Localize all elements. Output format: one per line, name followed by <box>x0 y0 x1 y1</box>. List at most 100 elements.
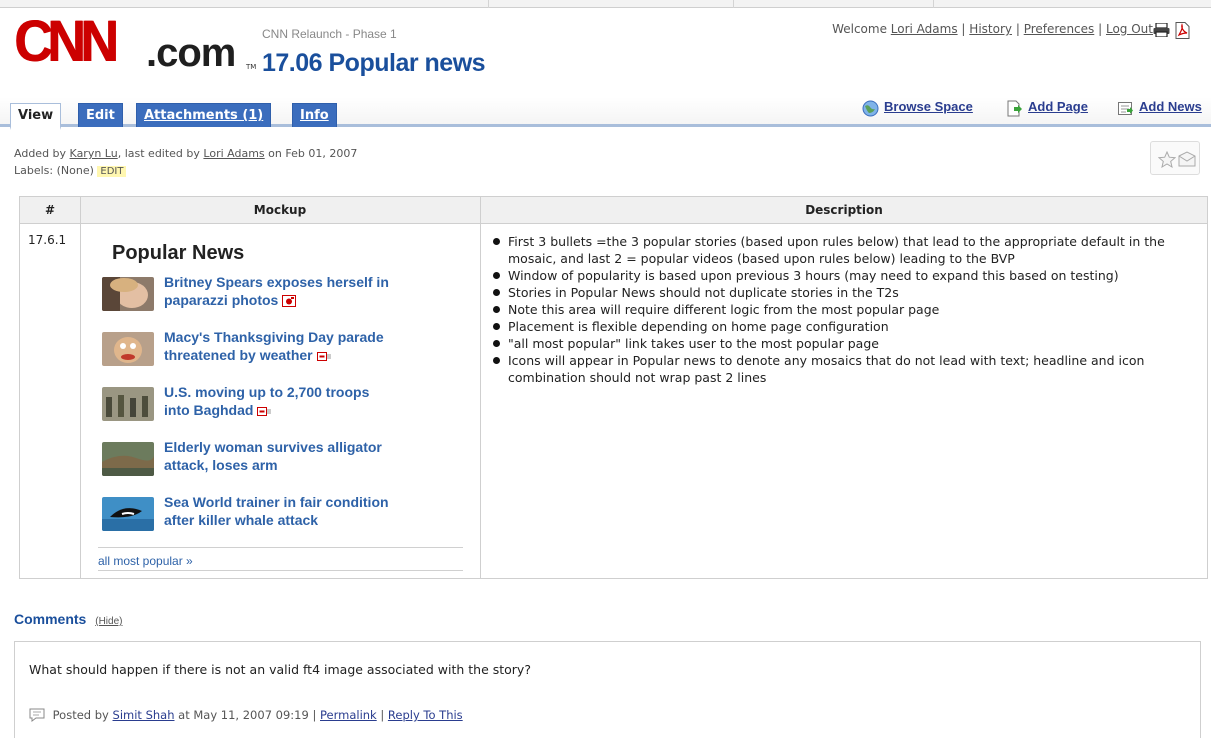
tab-attachments[interactable]: Attachments (1) <box>136 103 272 127</box>
story-thumbnail <box>102 387 154 421</box>
hide-comments-link[interactable]: (Hide) <box>95 616 122 627</box>
story-headline[interactable]: Macy's Thanksgiving Day parade threatene… <box>164 328 424 364</box>
logo-com-text: .com <box>146 31 236 75</box>
comment: What should happen if there is not an va… <box>14 641 1201 738</box>
nav-separator: | <box>961 22 966 36</box>
header-icons <box>1153 21 1193 41</box>
creator-link[interactable]: Karyn Lu <box>70 147 118 160</box>
meta-separator: | <box>380 708 385 722</box>
video-icon <box>316 352 331 361</box>
description-item: Window of popularity is based upon previ… <box>488 267 1203 284</box>
row-number: 17.6.1 <box>28 233 67 247</box>
comment-author-link[interactable]: Simit Shah <box>113 708 175 722</box>
story-thumbnail <box>102 277 154 311</box>
tab-label: View <box>18 108 54 123</box>
story-item[interactable]: Macy's Thanksgiving Day parade threatene… <box>98 328 463 376</box>
story-item[interactable]: U.S. moving up to 2,700 troops into Bagh… <box>98 383 463 431</box>
headline-line: paparazzi photos <box>164 291 424 309</box>
user-nav: Welcome Lori Adams | History | Preferenc… <box>832 22 1153 36</box>
logout-link[interactable]: Log Out <box>1106 22 1153 36</box>
add-page-action[interactable]: Add Page <box>1006 99 1106 119</box>
tab-info[interactable]: Info <box>292 103 337 127</box>
browse-space-link[interactable]: Browse Space <box>884 99 973 114</box>
story-thumbnail <box>102 332 154 366</box>
headline-line: after killer whale attack <box>164 512 319 528</box>
permalink-link[interactable]: Permalink <box>320 708 377 722</box>
add-news-action[interactable]: Add News <box>1117 99 1211 119</box>
story-item[interactable]: Britney Spears exposes herself in papara… <box>98 273 463 321</box>
mockup-title: Popular News <box>112 242 245 264</box>
author-line: Added by Karyn Lu, last edited by Lori A… <box>14 145 357 162</box>
mockup-divider <box>98 547 463 548</box>
added-by-prefix: Added by <box>14 147 67 160</box>
last-editor-link[interactable]: Lori Adams <box>203 147 264 160</box>
page-metadata: Added by Karyn Lu, last edited by Lori A… <box>14 145 357 180</box>
posted-by-prefix: Posted by <box>52 708 109 722</box>
printer-icon[interactable] <box>1153 23 1170 37</box>
user-profile-link[interactable]: Lori Adams <box>891 22 958 36</box>
all-most-popular-link[interactable]: all most popular » <box>98 554 193 568</box>
description-list: First 3 bullets =the 3 popular stories (… <box>488 233 1203 386</box>
comment-meta: Posted by Simit Shah at May 11, 2007 09:… <box>29 708 463 722</box>
story-item[interactable]: Elderly woman survives alligator attack,… <box>98 438 463 486</box>
edited-by-prefix: , last edited by <box>117 147 200 160</box>
edit-date: on Feb 01, 2007 <box>268 147 358 160</box>
description-item: Placement is flexible depending on home … <box>488 318 1203 335</box>
reply-link[interactable]: Reply To This <box>388 708 463 722</box>
history-link[interactable]: History <box>969 22 1012 36</box>
description-item: "all most popular" link takes user to th… <box>488 335 1203 352</box>
page-title: 17.06 Popular news <box>262 49 486 77</box>
comments-title: Comments <box>14 611 87 627</box>
add-page-icon <box>1007 100 1022 117</box>
headline-line: attack, loses arm <box>164 457 278 473</box>
headline-line: Macy's Thanksgiving Day parade <box>164 329 384 345</box>
add-news-icon <box>1118 102 1133 115</box>
star-icon[interactable] <box>1158 151 1176 168</box>
column-header-mockup: Mockup <box>253 203 307 217</box>
labels-line: Labels: (None) EDIT <box>14 162 357 180</box>
preferences-link[interactable]: Preferences <box>1024 22 1095 36</box>
column-header-description: Description <box>805 203 883 217</box>
headline-line: U.S. moving up to 2,700 troops <box>164 384 370 400</box>
story-headline[interactable]: Elderly woman survives alligator attack,… <box>164 438 424 474</box>
story-headline[interactable]: Britney Spears exposes herself in papara… <box>164 273 424 309</box>
space-name[interactable]: CNN Relaunch - Phase 1 <box>262 27 397 41</box>
headline-line: Elderly woman survives alligator <box>164 439 382 455</box>
headline-line: Sea World trainer in fair condition <box>164 494 389 510</box>
browse-space-action[interactable]: Browse Space <box>862 99 992 119</box>
pdf-icon[interactable] <box>1175 22 1190 39</box>
tab-edit[interactable]: Edit <box>78 103 123 127</box>
comment-bubble-icon <box>29 708 45 722</box>
description-item: Stories in Popular News should not dupli… <box>488 284 1203 301</box>
logo-cnn-text: CNN <box>14 9 119 74</box>
add-page-link[interactable]: Add Page <box>1028 99 1088 114</box>
top-strip <box>0 0 1211 8</box>
meta-separator: | <box>312 708 317 722</box>
welcome-text: Welcome <box>832 22 887 36</box>
nav-separator: | <box>1098 22 1103 36</box>
nav-separator: | <box>1015 22 1020 36</box>
labels-prefix: Labels: <box>14 164 54 177</box>
headline-line: into Baghdad <box>164 401 424 419</box>
comment-text: What should happen if there is not an va… <box>29 662 531 677</box>
column-divider <box>80 197 81 578</box>
camera-icon <box>282 295 297 307</box>
labels-edit-button[interactable]: EDIT <box>97 166 127 177</box>
story-thumbnail <box>102 497 154 531</box>
headline-line: threatened by weather <box>164 346 424 364</box>
logo-trademark: TM <box>246 63 257 71</box>
story-headline[interactable]: Sea World trainer in fair condition afte… <box>164 493 424 529</box>
tab-label: Attachments (1) <box>144 108 264 123</box>
content-table: # Mockup Description 17.6.1 Popular News… <box>19 196 1208 579</box>
story-headline[interactable]: U.S. moving up to 2,700 troops into Bagh… <box>164 383 424 419</box>
column-divider <box>480 197 481 578</box>
story-item[interactable]: Sea World trainer in fair condition afte… <box>98 493 463 541</box>
envelope-icon[interactable] <box>1178 151 1196 167</box>
story-thumbnail <box>102 442 154 476</box>
comment-timestamp: at May 11, 2007 09:19 <box>178 708 309 722</box>
tab-view[interactable]: View <box>10 103 62 130</box>
cnn-logo[interactable]: CNN .com TM <box>14 13 260 77</box>
tab-label: Info <box>300 108 329 123</box>
tab-label: Edit <box>86 108 115 123</box>
add-news-link[interactable]: Add News <box>1139 99 1202 114</box>
